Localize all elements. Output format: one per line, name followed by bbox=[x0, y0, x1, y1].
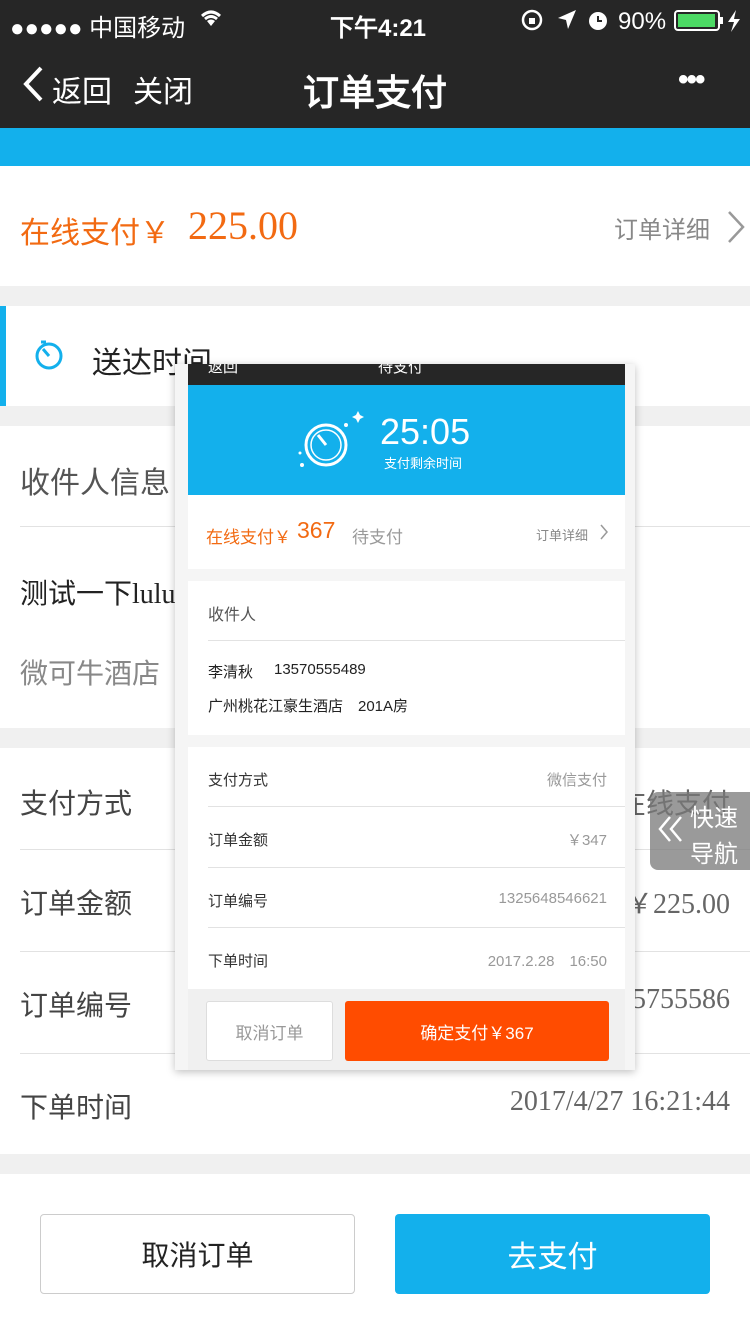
timer-icon bbox=[32, 338, 66, 377]
divider bbox=[208, 927, 625, 928]
preview-recipient-address: 广州桃花江豪生酒店 201A房 bbox=[208, 698, 409, 715]
preview-confirm-pay-button[interactable]: 确定支付￥367 bbox=[345, 1001, 609, 1061]
preview-order-number-value: 1325648546621 bbox=[498, 890, 607, 907]
online-pay-label: 在线支付￥ bbox=[20, 217, 170, 250]
preview-order-time-label: 下单时间 bbox=[208, 953, 269, 970]
preview-cancel-button[interactable]: 取消订单 bbox=[206, 1001, 333, 1061]
quick-nav-button[interactable]: 快速 导航 bbox=[650, 792, 750, 870]
preview-recipient-name: 李清秋 bbox=[208, 664, 254, 681]
quick-nav-line2: 导航 bbox=[690, 841, 738, 868]
cancel-order-button[interactable]: 取消订单 bbox=[40, 1214, 355, 1294]
double-chevron-left-icon bbox=[656, 814, 684, 849]
wifi-icon bbox=[198, 6, 224, 33]
order-amount-value: ￥225.00 bbox=[624, 889, 730, 920]
more-menu-button[interactable]: ••• bbox=[678, 63, 705, 97]
rotation-lock-icon bbox=[520, 8, 544, 37]
order-number-value: 5755586 bbox=[632, 984, 730, 1015]
top-bar: ●●●●● 中国移动 下午4:21 90% 返回 关闭 订单支付 ••• bbox=[0, 0, 750, 128]
preview-pay-status: 待支付 bbox=[352, 528, 403, 547]
preview-back-text: 返回 bbox=[208, 364, 239, 376]
recipient-title: 收件人信息 bbox=[20, 467, 170, 500]
pay-method-label: 支付方式 bbox=[20, 788, 133, 819]
preview-pay-label: 在线支付￥ bbox=[206, 528, 291, 547]
preview-recipient-phone: 13570555489 bbox=[274, 661, 366, 678]
preview-pay-row: 在线支付￥ 367 待支付 订单详细 bbox=[188, 495, 625, 569]
header-accent-bar bbox=[0, 128, 750, 166]
stopwatch-icon bbox=[296, 409, 366, 476]
recipient-address: 微可牛酒店 bbox=[20, 658, 161, 689]
carrier-label: ●●●●● 中国移动 bbox=[10, 15, 186, 42]
preview-pay-method-value: 微信支付 bbox=[546, 772, 607, 789]
chevron-right-icon[interactable] bbox=[726, 210, 746, 249]
order-number-label: 订单编号 bbox=[20, 990, 133, 1021]
clock-time: 下午4:21 bbox=[330, 15, 427, 42]
preview-chevron-right-icon[interactable] bbox=[599, 524, 609, 545]
preview-detail-link[interactable]: 订单详细 bbox=[536, 525, 588, 544]
order-time-label: 下单时间 bbox=[20, 1092, 133, 1123]
preview-amount-value: ￥347 bbox=[566, 832, 607, 849]
preview-title-text: 待支付 bbox=[378, 364, 424, 376]
preview-card: 返回 待支付 25:05 支付剩余时间 在线支付￥ 367 待支付 订单详细 收… bbox=[175, 364, 635, 1070]
divider bbox=[208, 640, 625, 641]
preview-order-number-label: 订单编号 bbox=[208, 893, 269, 910]
preview-pay-method-label: 支付方式 bbox=[208, 772, 269, 789]
order-time-value: 2017/4/27 16:21:44 bbox=[509, 1086, 730, 1117]
preview-order-info: 支付方式 微信支付 订单金额 ￥347 订单编号 1325648546621 下… bbox=[188, 747, 625, 989]
preview-top-bar: 返回 待支付 bbox=[188, 364, 625, 385]
footer-bar: 取消订单 去支付 bbox=[0, 1174, 750, 1334]
go-pay-button[interactable]: 去支付 bbox=[395, 1214, 710, 1294]
preview-timer-banner: 25:05 支付剩余时间 bbox=[188, 385, 625, 495]
preview-pay-amount: 367 bbox=[297, 517, 336, 543]
order-amount-label: 订单金额 bbox=[20, 888, 133, 919]
preview-recipient-title: 收件人 bbox=[208, 607, 257, 624]
divider bbox=[208, 867, 625, 868]
pay-amount: 225.00 bbox=[188, 203, 298, 248]
order-detail-link[interactable]: 订单详细 bbox=[614, 210, 710, 245]
preview-recipient: 收件人 李清秋 13570555489 广州桃花江豪生酒店 201A房 bbox=[188, 581, 625, 735]
preview-amount-label: 订单金额 bbox=[208, 832, 269, 849]
location-icon bbox=[556, 8, 578, 37]
preview-footer: 取消订单 确定支付￥367 bbox=[188, 989, 625, 1070]
battery-percent: 90% bbox=[618, 8, 667, 35]
page-title: 订单支付 bbox=[302, 72, 447, 113]
countdown-timer: 25:05 bbox=[380, 411, 471, 452]
alarm-icon bbox=[586, 8, 610, 37]
delivery-accent bbox=[0, 306, 6, 406]
payment-summary: 在线支付￥ 225.00 订单详细 bbox=[0, 166, 750, 286]
countdown-caption: 支付剩余时间 bbox=[384, 456, 463, 471]
divider bbox=[208, 806, 625, 807]
preview-order-time-value: 2017.2.28 16:50 bbox=[487, 953, 607, 970]
quick-nav-line1: 快速 bbox=[690, 805, 738, 832]
recipient-name: 测试一下lulu bbox=[20, 579, 176, 610]
battery-icon bbox=[674, 9, 748, 38]
